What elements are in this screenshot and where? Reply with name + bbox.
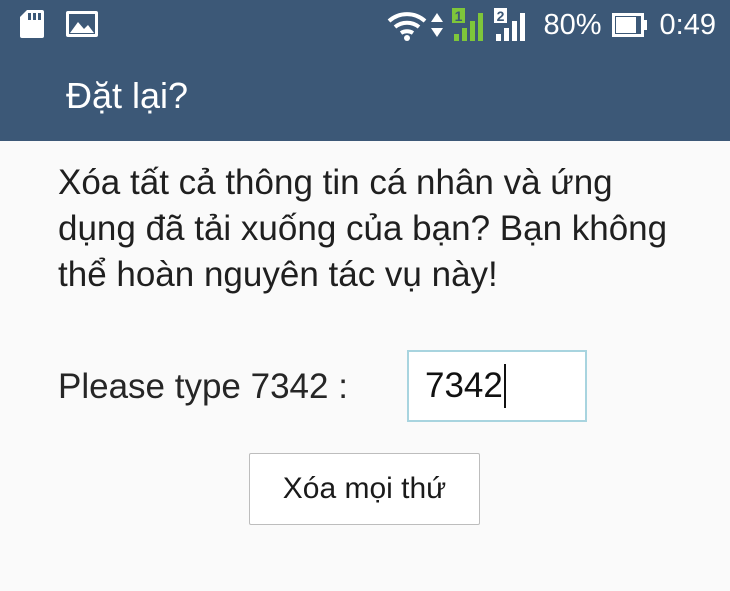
status-bar: 1 2 80% 0:49 [0,0,730,50]
battery-percentage: 80% [543,8,602,41]
notification-icons [20,10,98,43]
confirm-code-input[interactable]: 7342 [407,350,587,422]
svg-text:1: 1 [454,8,462,24]
wifi-icon [387,9,427,41]
battery-icon [611,13,648,37]
erase-everything-button[interactable]: Xóa mọi thứ [249,453,480,525]
sd-card-icon [20,10,44,43]
warning-message: Xóa tất cả thông tin cá nhân và ứng dụng… [58,163,668,294]
image-icon [66,11,98,42]
page-title: Đặt lại? [66,75,189,116]
confirm-code-label: Please type 7342 : [58,367,348,406]
system-status: 1 2 80% 0:49 [387,6,716,44]
confirm-code-row: Please type 7342 : [58,351,348,423]
svg-text:2: 2 [496,8,504,24]
app-header: 1 2 80% 0:49 Đặt lại? [0,0,730,141]
data-arrows-icon [430,10,444,40]
sim2-signal-icon: 2 [493,8,530,42]
clock: 0:49 [659,8,716,41]
confirm-code-value: 7342 [425,366,503,405]
sim1-signal-icon: 1 [451,8,488,42]
text-caret [503,364,506,408]
